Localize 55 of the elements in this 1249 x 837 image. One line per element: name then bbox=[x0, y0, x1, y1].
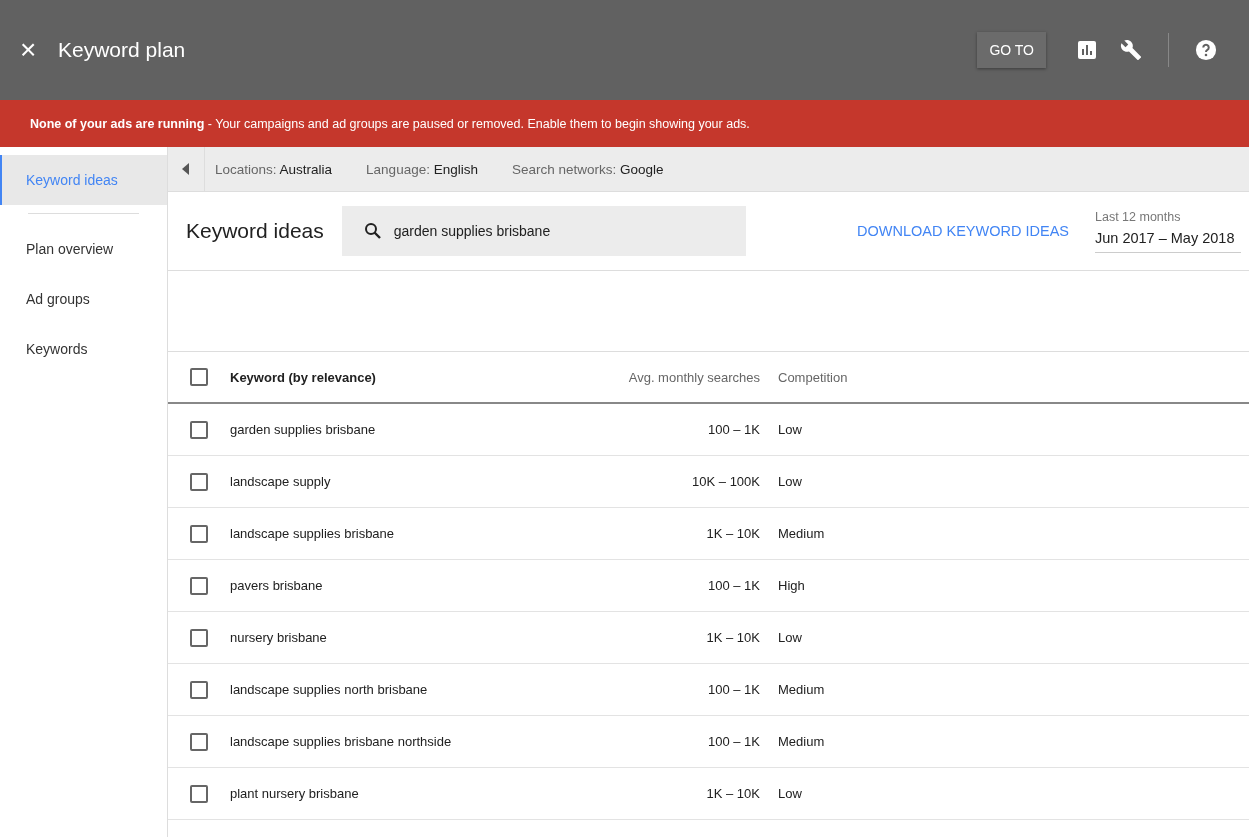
table-cell-text: pavers brisbane bbox=[230, 578, 324, 593]
table-cell-text: landscape supplies brisbane bbox=[230, 526, 396, 541]
checkbox[interactable] bbox=[190, 628, 208, 647]
table-cell-text: landscape supplies brisbane northside bbox=[230, 734, 453, 749]
table-cell: High bbox=[778, 578, 805, 593]
download-link[interactable]: DOWNLOAD KEYWORD IDEAS bbox=[857, 223, 1069, 239]
checkbox[interactable] bbox=[190, 472, 208, 491]
table-cell-text: plant nursery brisbane bbox=[230, 786, 360, 801]
table-cell: Medium bbox=[778, 526, 825, 541]
table-cell-text: landscape supply bbox=[230, 474, 332, 489]
checkbox[interactable] bbox=[190, 576, 208, 595]
column-header[interactable]: Competition bbox=[778, 369, 848, 385]
collapse-arrow-icon[interactable] bbox=[182, 163, 190, 175]
filter-chip[interactable]: Search networks: Google bbox=[511, 161, 664, 177]
table-cell: Low bbox=[778, 630, 802, 645]
checkbox[interactable] bbox=[190, 680, 208, 699]
table-cell-text: 1K – 10K bbox=[705, 630, 760, 645]
table-cell-text: landscape supplies north brisbane bbox=[230, 682, 429, 697]
sidebar-item[interactable]: Plan overview bbox=[0, 224, 167, 274]
checkbox[interactable] bbox=[190, 524, 208, 543]
search-field[interactable]: garden supplies brisbane bbox=[341, 206, 746, 256]
date-range-picker[interactable]: Last 12 months Jun 2017 – May 2018 bbox=[1095, 209, 1241, 253]
table-cell-text: 100 – 1K bbox=[706, 578, 760, 593]
checkbox[interactable] bbox=[190, 420, 208, 439]
table-cell: Medium bbox=[778, 682, 825, 697]
table-cell: Low bbox=[778, 474, 802, 489]
table-cell-text: 100 – 1K bbox=[706, 422, 760, 437]
table-cell-text: nursery brisbane bbox=[230, 630, 328, 645]
checkbox[interactable] bbox=[190, 784, 208, 803]
checkbox[interactable] bbox=[190, 368, 208, 386]
go-to-button[interactable]: GO TO bbox=[977, 32, 1046, 68]
warning-message: None of your ads are running - Your campaigns and ad groups are paused or removed. Enable them to begin showing your ads. bbox=[30, 116, 750, 131]
bar-chart-icon[interactable] bbox=[1078, 41, 1096, 59]
filter-chip[interactable]: Language: English bbox=[366, 161, 478, 177]
column-header[interactable]: Keyword (by relevance) bbox=[230, 369, 570, 385]
wrench-icon[interactable] bbox=[1120, 39, 1142, 61]
column-header[interactable]: Avg. monthly searches bbox=[570, 369, 760, 385]
table-cell-text: 1K – 10K bbox=[705, 786, 760, 801]
help-icon[interactable] bbox=[1195, 39, 1217, 61]
checkbox[interactable] bbox=[190, 732, 208, 751]
close-button[interactable]: × bbox=[20, 36, 44, 64]
window-title: Keyword plan bbox=[58, 38, 187, 62]
table-cell: Low bbox=[778, 786, 802, 801]
table-cell-text: 1K – 10K bbox=[705, 526, 760, 541]
sidebar-item[interactable]: Keywords bbox=[0, 324, 167, 374]
search-icon bbox=[363, 222, 382, 240]
section-title: Keyword ideas bbox=[186, 219, 324, 243]
table-cell: Medium bbox=[778, 734, 825, 749]
sidebar-item[interactable]: Ad groups bbox=[0, 274, 167, 324]
table-cell: Low bbox=[778, 422, 802, 437]
table-cell-text: garden supplies brisbane bbox=[230, 422, 377, 437]
filter-chip[interactable]: Locations: Australia bbox=[215, 161, 333, 177]
table-cell-text: 100 – 1K bbox=[706, 734, 760, 749]
table-cell-text: 100 – 1K bbox=[706, 682, 760, 697]
table-cell-text: 10K – 100K bbox=[691, 474, 760, 489]
